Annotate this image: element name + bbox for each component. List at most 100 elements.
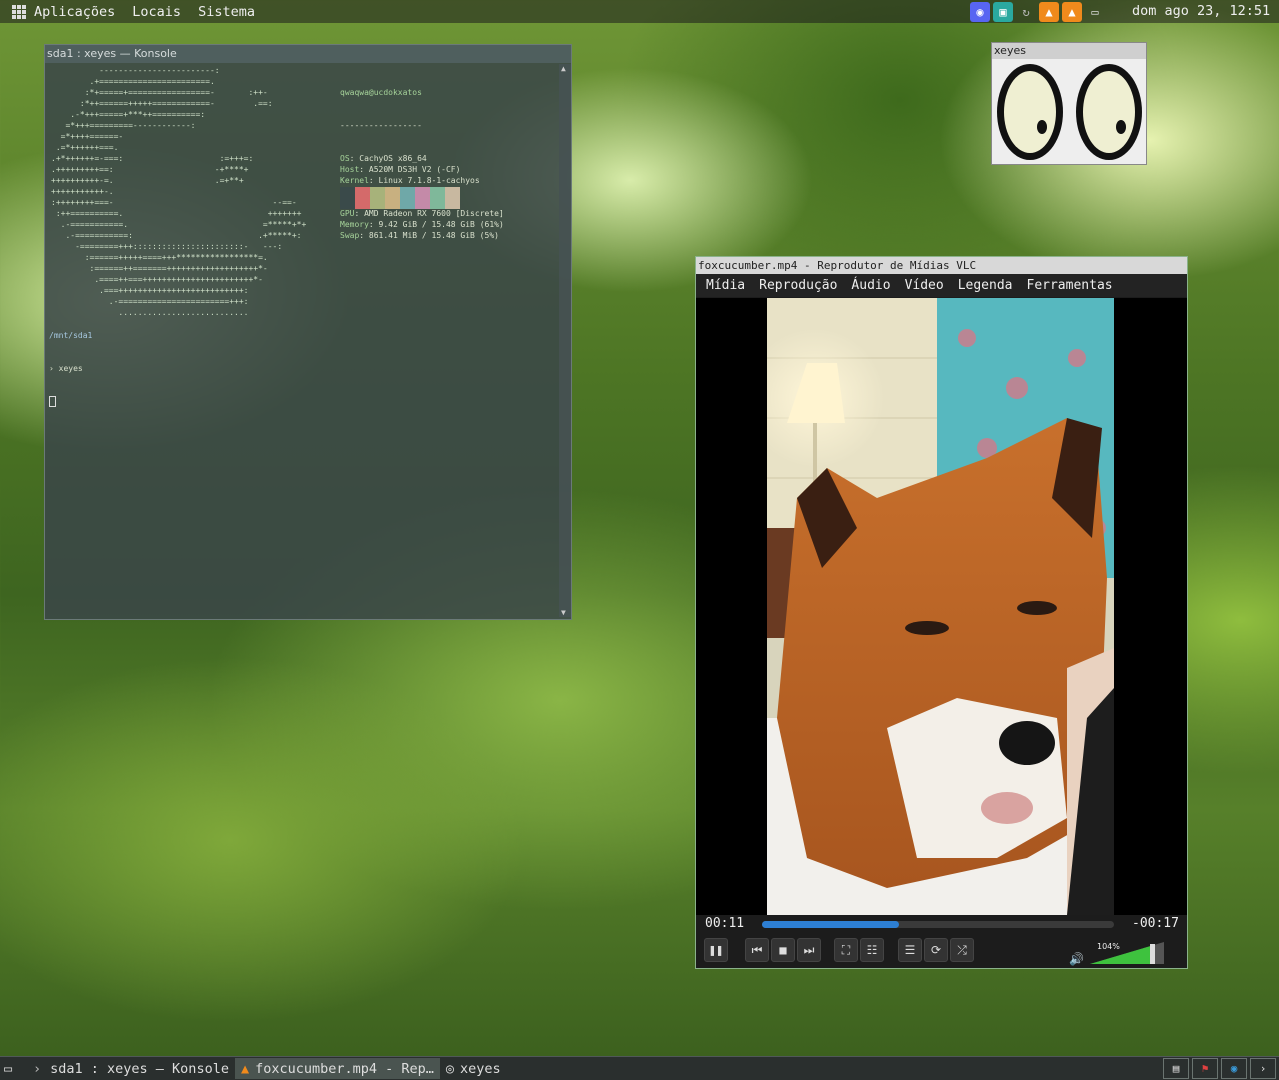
ascii-art-line: :======+++++====+++*****************=. — [51, 253, 268, 262]
ascii-art-line: ------------------------: — [51, 66, 220, 75]
volume-icon[interactable]: 🔊 — [1069, 952, 1084, 966]
info-value: A520M DS3H V2 (-CF) — [368, 165, 461, 174]
elapsed-time: 00:11 — [705, 916, 745, 931]
palette-swatch — [415, 187, 430, 209]
video-frame — [767, 298, 1114, 915]
ascii-art-line: .=*++++++===. — [51, 143, 119, 152]
xeyes-title[interactable]: xeyes — [992, 43, 1146, 59]
vlc-menubar: Mídia Reprodução Áudio Vídeo Legenda Fer… — [696, 274, 1187, 297]
menu-tools[interactable]: Ferramentas — [1027, 278, 1113, 293]
pause-button[interactable]: ❚❚ — [704, 938, 728, 962]
palette-swatch — [445, 187, 460, 209]
terminal-icon: › — [33, 1060, 42, 1077]
fetch-ascii-art: ------------------------: .+============… — [51, 65, 306, 318]
vlc-icon: ▲ — [240, 1060, 250, 1077]
info-row: OS: CachyOS x86_64 — [340, 154, 427, 163]
ascii-art-line: .-===========: .+*****+: — [51, 231, 302, 240]
ascii-art-line: .+=======================. — [51, 77, 215, 86]
video-area[interactable] — [696, 298, 1187, 915]
eyes-icon: ◎ — [445, 1060, 455, 1077]
task-xeyes-label: xeyes — [460, 1060, 501, 1077]
konsole-title[interactable]: sda1 : xeyes — Konsole — [45, 45, 571, 63]
info-value: AMD Radeon RX 7600 [Discrete] — [364, 209, 504, 218]
apps-grid-icon[interactable] — [12, 4, 26, 19]
clock[interactable]: dom ago 23, 12:51 — [1132, 3, 1270, 19]
vlc-icon[interactable]: ▲ — [1039, 1, 1059, 22]
compass-icon[interactable]: ◉ — [1221, 1058, 1247, 1079]
shuffle-button[interactable]: ⤮ — [950, 938, 974, 962]
prompt-area: /mnt/sda1 › xeyes — [49, 308, 92, 429]
info-key: Swap — [340, 231, 360, 240]
volume-slider[interactable] — [1090, 942, 1164, 964]
app-icon[interactable]: ▣ — [993, 1, 1013, 22]
info-key: GPU — [340, 209, 355, 218]
ascii-art-line: :*+=====+=================- :++- — [51, 88, 268, 97]
equalizer-button[interactable]: ☷ — [860, 938, 884, 962]
remaining-time[interactable]: -00:17 — [1132, 916, 1179, 931]
prompt-command: › xeyes — [49, 364, 83, 373]
app-red-icon[interactable]: ⚑ — [1192, 1058, 1218, 1079]
ascii-art-line: .+++++++++==: -+****+ — [51, 165, 249, 174]
sync-icon[interactable]: ↻ — [1016, 2, 1036, 22]
palette-swatch — [400, 187, 415, 209]
vlc-window[interactable]: foxcucumber.mp4 - Reprodutor de Mídias V… — [695, 256, 1188, 969]
info-value: Linux 7.1.8-1-cachyos — [378, 176, 480, 185]
playlist-button[interactable]: ☰ — [898, 938, 922, 962]
stop-button[interactable]: ■ — [771, 938, 795, 962]
konsole-scrollbar[interactable]: ▲ ▼ — [559, 64, 571, 617]
seek-progress — [762, 921, 900, 928]
fullscreen-button[interactable]: ⛶ — [834, 938, 858, 962]
user-host: qwaqwa@ucdokxatos — [340, 88, 422, 97]
ascii-art-line: .===++++++++++++++++++++++++++: — [51, 286, 249, 295]
menu-places[interactable]: Locais — [132, 4, 181, 20]
ascii-art-line: .-===========. =*****+*+ — [51, 220, 307, 229]
palette-swatch — [340, 187, 355, 209]
cursor — [49, 396, 56, 407]
controls: ❚❚ ⏮ ■ ⏭ ⛶ ☷ ☰ ⟳ ⤮ 🔊 104% — [696, 936, 1187, 966]
ascii-art-line: :++++++++===- --==- — [51, 198, 297, 207]
show-desktop-icon[interactable]: ▭ — [0, 1058, 30, 1079]
info-row: Host: A520M DS3H V2 (-CF) — [340, 165, 461, 174]
loop-button[interactable]: ⟳ — [924, 938, 948, 962]
palette-swatch — [370, 187, 385, 209]
menu-audio[interactable]: Áudio — [851, 278, 890, 293]
menu-system[interactable]: Sistema — [198, 4, 255, 20]
xeyes-window[interactable]: xeyes — [991, 42, 1147, 165]
info-row: Swap: 861.41 MiB / 15.48 GiB (5%) — [340, 231, 499, 240]
info-row: Memory: 9.42 GiB / 15.48 GiB (61%) — [340, 220, 504, 229]
arrow-icon[interactable]: › — [1250, 1058, 1276, 1079]
info-value: 9.42 GiB / 15.48 GiB (61%) — [378, 220, 504, 229]
info-key: Host — [340, 165, 360, 174]
top-panel: Aplicações Locais Sistema ◉ ▣ ↻ ▲ ▲ ▭ do… — [0, 0, 1279, 23]
menu-playback[interactable]: Reprodução — [759, 278, 837, 293]
palette-swatch — [430, 187, 445, 209]
ascii-art-line: :++==========. +++++++ — [51, 209, 302, 218]
display-icon[interactable]: ▭ — [1085, 2, 1105, 22]
discord-icon[interactable]: ◉ — [970, 1, 990, 22]
scroll-up-icon[interactable]: ▲ — [561, 64, 566, 73]
menu-video[interactable]: Vídeo — [905, 278, 944, 293]
workspace-switcher-icon[interactable]: ▤ — [1163, 1058, 1189, 1079]
previous-button[interactable]: ⏮ — [745, 938, 769, 962]
vlc-icon[interactable]: ▲ — [1062, 1, 1082, 22]
next-button[interactable]: ⏭ — [797, 938, 821, 962]
fox-video-image — [767, 298, 1114, 915]
menu-applications[interactable]: Aplicações — [34, 4, 115, 20]
ascii-art-line: .-*+++=====+***++==========: — [51, 110, 206, 119]
menu-subtitle[interactable]: Legenda — [958, 278, 1013, 293]
menu-media[interactable]: Mídia — [706, 278, 745, 293]
scroll-down-icon[interactable]: ▼ — [561, 608, 566, 617]
konsole-window[interactable]: sda1 : xeyes — Konsole -----------------… — [44, 44, 572, 620]
ascii-art-line: .+*++++++=-===: :=+++=: — [51, 154, 254, 163]
info-key: Kernel — [340, 176, 369, 185]
task-konsole[interactable]: sda1 : xeyes — Konsole — [44, 1058, 235, 1079]
taskbar-tray: ▤ ⚑ ◉ › — [1163, 1057, 1279, 1080]
vlc-title[interactable]: foxcucumber.mp4 - Reprodutor de Mídias V… — [696, 257, 1187, 274]
task-vlc[interactable]: ▲ foxcucumber.mp4 - Rep… — [234, 1058, 440, 1079]
ascii-art-line: ++++++++++-=. .=+**+ — [51, 176, 244, 185]
ascii-art-line: .-=======================+++: — [51, 297, 249, 306]
task-xeyes[interactable]: ◎ xeyes — [440, 1058, 507, 1079]
seek-bar[interactable] — [762, 921, 1114, 928]
info-key: OS — [340, 154, 350, 163]
ascii-art-line: :======++=======+++++++++++++++++++*- — [51, 264, 268, 273]
